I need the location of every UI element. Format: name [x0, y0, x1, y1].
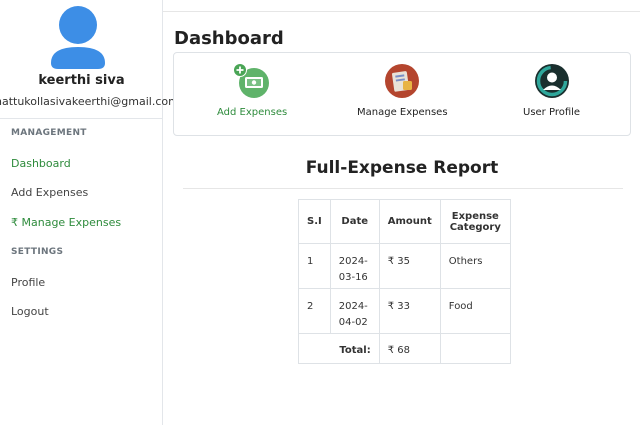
page-title: Dashboard [174, 28, 284, 49]
user-profile-action[interactable]: User Profile [523, 63, 580, 118]
table-row: 1 2024-03-16 ₹ 35 Others [298, 243, 511, 289]
user-name: keerthi siva [38, 73, 125, 88]
cell-amount: ₹ 33 [378, 288, 441, 334]
sidebar-item-dashboard[interactable]: Dashboard [11, 157, 71, 170]
table-row: 2 2024-04-02 ₹ 33 Food [298, 288, 511, 334]
quick-actions-card: Add Expenses Manage Expenses User Profil… [173, 52, 631, 136]
cell-category: Others [439, 243, 511, 289]
top-bar [163, 0, 640, 12]
cell-amount: ₹ 35 [378, 243, 441, 289]
sidebar: keerthi siva hattukollasivakeerthi@gmail… [0, 0, 179, 425]
report-divider [183, 188, 623, 189]
cell-si: 1 [298, 243, 331, 289]
cell-date: 2024-03-16 [329, 243, 380, 289]
sidebar-item-logout[interactable]: Logout [11, 305, 49, 318]
ledger-icon [385, 64, 420, 98]
sidebar-item-profile[interactable]: Profile [11, 276, 45, 289]
total-label: Total: [298, 333, 380, 364]
user-email: hattukollasivakeerthi@gmail.com [0, 95, 179, 108]
sidebar-item-add-expenses[interactable]: Add Expenses [11, 186, 88, 199]
column-header-category: Expense Category [439, 199, 511, 244]
manage-expenses-label: Manage Expenses [357, 107, 448, 118]
manage-expenses-action[interactable]: Manage Expenses [357, 63, 448, 118]
total-row: Total: ₹ 68 [298, 333, 511, 364]
user-profile-label: User Profile [523, 107, 581, 118]
user-avatar-icon [51, 6, 105, 69]
add-expenses-action[interactable]: Add Expenses [217, 63, 287, 118]
section-heading-management: MANAGEMENT [11, 128, 87, 138]
money-add-icon [233, 63, 270, 98]
table-header-row: S.I Date Amount Expense Category [298, 199, 511, 244]
sidebar-divider [0, 118, 163, 119]
total-value: ₹ 68 [378, 333, 441, 364]
total-empty-cell [439, 333, 511, 364]
cell-si: 2 [298, 288, 331, 334]
report-title: Full-Expense Report [305, 158, 499, 178]
column-header-amount: Amount [378, 199, 441, 244]
sidebar-item-manage-expenses[interactable]: ₹ Manage Expenses [11, 216, 121, 229]
cell-date: 2024-04-02 [329, 288, 380, 334]
section-heading-settings: SETTINGS [11, 247, 64, 257]
add-expenses-label: Add Expenses [217, 107, 288, 118]
expense-report-table: S.I Date Amount Expense Category 1 2024-… [298, 199, 511, 364]
user-profile-icon [534, 64, 569, 98]
cell-category: Food [439, 288, 511, 334]
column-header-si: S.I [298, 199, 331, 244]
column-header-date: Date [329, 199, 380, 244]
